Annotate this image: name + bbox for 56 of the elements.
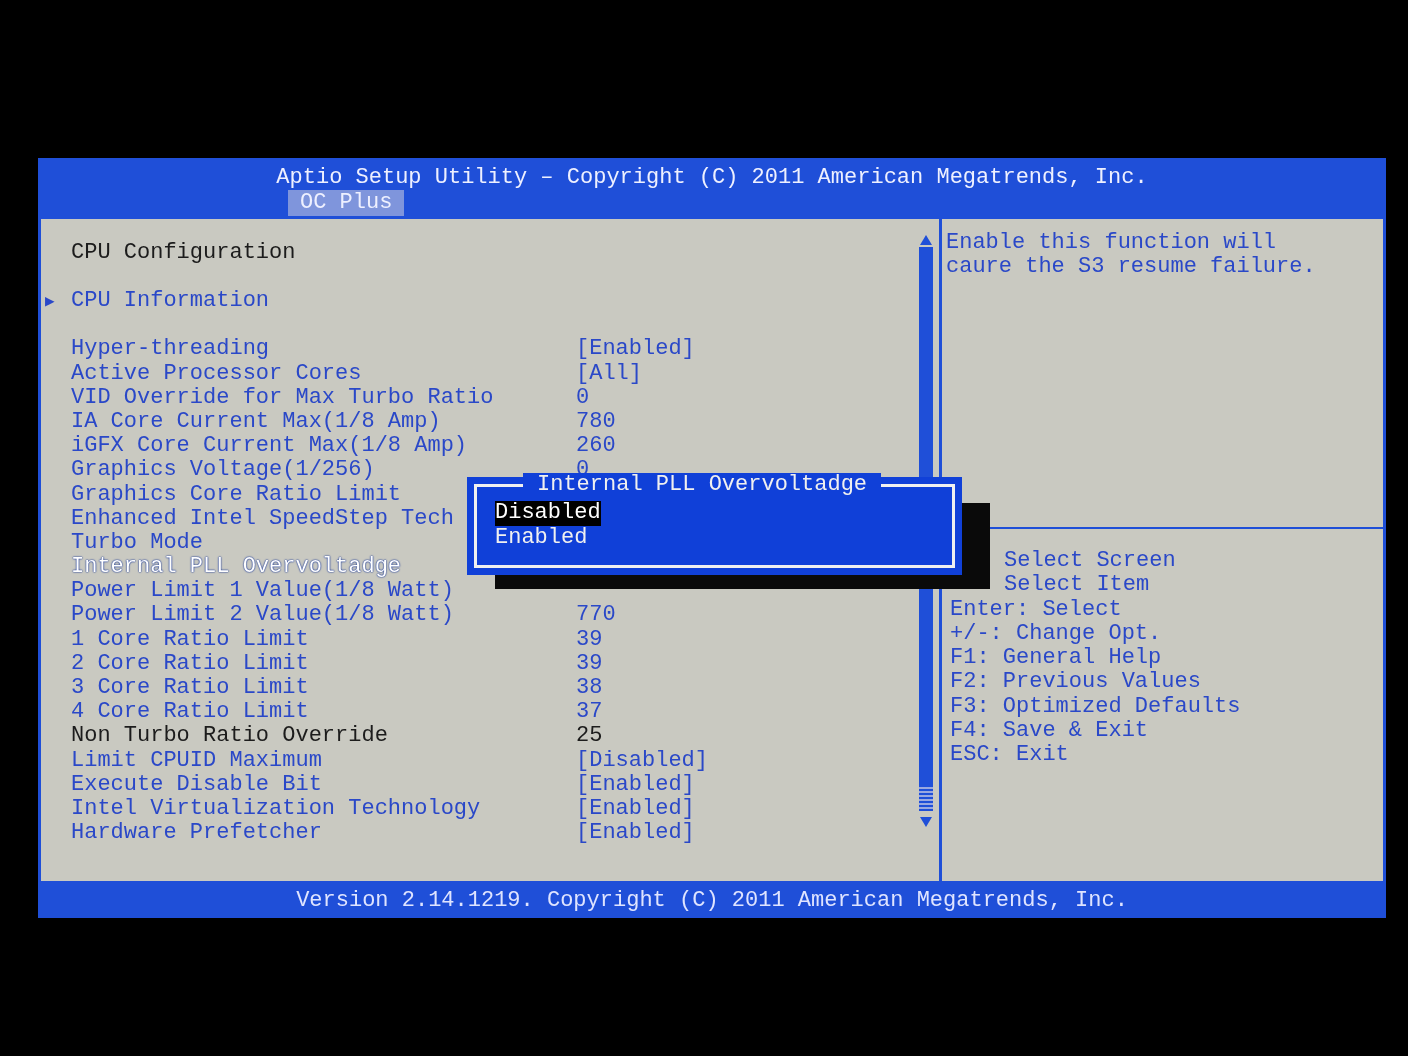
- setting-label[interactable]: 4 Core Ratio Limit: [71, 700, 309, 725]
- key-hint: Select Item: [1003, 573, 1151, 598]
- scroll-down-icon[interactable]: [920, 817, 932, 827]
- setting-label[interactable]: Active Processor Cores: [71, 361, 362, 386]
- popup-title: Internal PLL Overvoltadge: [523, 473, 882, 497]
- setting-label[interactable]: Enhanced Intel SpeedStep Tech: [71, 506, 454, 531]
- setting-label[interactable]: CPU Information: [71, 289, 270, 314]
- setting-value[interactable]: [Disabled]: [576, 748, 709, 773]
- setting-label[interactable]: VID Override for Max Turbo Ratio: [71, 385, 494, 410]
- key-hint: F2: Previous Values: [950, 670, 1202, 695]
- setting-value[interactable]: 0: [576, 385, 590, 410]
- submenu-arrow: ▶: [45, 293, 55, 312]
- setting-label[interactable]: IA Core Current Max(1/8 Amp): [71, 409, 441, 435]
- setting-value[interactable]: 37: [576, 700, 603, 725]
- key-hint: Enter: Select: [950, 597, 1123, 622]
- setting-label[interactable]: Hardware Prefetcher: [71, 821, 322, 846]
- scroll-up-icon[interactable]: [920, 235, 932, 245]
- setting-label[interactable]: Power Limit 2 Value(1/8 Watt): [71, 603, 454, 628]
- setting-label[interactable]: Non Turbo Ratio Override: [71, 724, 388, 749]
- setting-value[interactable]: 39: [576, 651, 603, 676]
- setting-label[interactable]: 3 Core Ratio Limit: [71, 676, 309, 701]
- key-hint: +/-: Change Opt.: [950, 621, 1163, 647]
- setting-label[interactable]: Power Limit 1 Value(1/8 Watt): [71, 579, 454, 604]
- key-hint: F3: Optimized Defaults: [950, 694, 1242, 720]
- setting-value[interactable]: 770: [576, 603, 616, 628]
- setting-label[interactable]: 1 Core Ratio Limit: [71, 627, 309, 652]
- setting-label[interactable]: Limit CPUID Maximum: [71, 748, 322, 773]
- key-hint: F1: General Help: [950, 646, 1163, 671]
- section-heading: CPU Configuration: [71, 241, 296, 266]
- setting-label[interactable]: Execute Disable Bit: [71, 772, 322, 797]
- header-title: Aptio Setup Utility – Copyright (C) 2011 American Megatrends, Inc.: [276, 166, 1148, 190]
- setting-label[interactable]: Hyper-threading: [71, 337, 270, 362]
- help-text: Enable this function will caure the S3 resume failure.: [946, 231, 1317, 279]
- key-hint: ESC: Exit: [950, 743, 1070, 768]
- setting-value[interactable]: [Enabled]: [576, 796, 695, 822]
- popup-option[interactable]: Enabled: [495, 526, 588, 551]
- setting-label[interactable]: Turbo Mode: [71, 530, 204, 556]
- setting-value[interactable]: [Enabled]: [576, 821, 695, 846]
- setting-value[interactable]: 260: [576, 434, 616, 459]
- popup-option[interactable]: Disabled: [495, 501, 601, 526]
- setting-value[interactable]: [Enabled]: [576, 772, 695, 797]
- setting-value[interactable]: 38: [576, 676, 603, 701]
- setting-value[interactable]: [Enabled]: [576, 337, 695, 362]
- setting-label[interactable]: Graphics Voltage(1/256): [71, 458, 375, 483]
- setting-label[interactable]: Intel Virtualization Technology: [71, 796, 481, 822]
- setting-value[interactable]: 39: [576, 627, 603, 652]
- key-hint: F4: Save & Exit: [950, 719, 1150, 744]
- setting-value[interactable]: 780: [576, 409, 616, 435]
- setting-label[interactable]: Graphics Core Ratio Limit: [71, 482, 402, 507]
- footer-text: Version 2.14.1219. Copyright (C) 2011 American Megatrends, Inc.: [296, 889, 1128, 913]
- tab[interactable]: OC Plus: [288, 190, 405, 216]
- setting-label[interactable]: 2 Core Ratio Limit: [71, 651, 309, 676]
- setting-label[interactable]: iGFX Core Current Max(1/8 Amp): [71, 434, 468, 459]
- setting-value[interactable]: 25: [576, 724, 603, 749]
- key-hint: Select Screen: [1003, 549, 1177, 574]
- setting-value[interactable]: [All]: [576, 361, 642, 386]
